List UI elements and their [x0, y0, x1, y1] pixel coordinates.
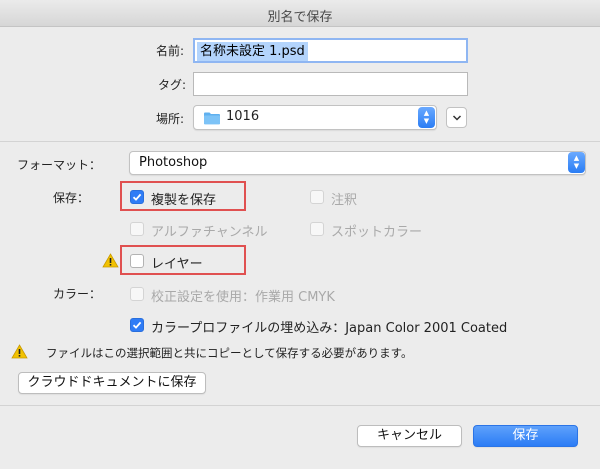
- chevron-down-icon: [452, 115, 462, 121]
- notes-checkbox[interactable]: [310, 190, 324, 204]
- location-value: 1016: [226, 109, 260, 124]
- save-as-dialog: 別名で保存 名前: 名称未設定 1.psd タグ: 場所: 1016 ▲ ▼ フォ…: [0, 0, 600, 469]
- color-section-label: カラー：: [53, 287, 102, 301]
- proof-setup-checkbox[interactable]: [130, 287, 144, 301]
- format-popup[interactable]: Photoshop ▲ ▼: [129, 151, 586, 175]
- alpha-channels-label: アルファチャンネル: [151, 225, 268, 240]
- tags-field[interactable]: [193, 72, 468, 96]
- embed-profile-checkbox[interactable]: [130, 318, 144, 332]
- save-to-cloud-button[interactable]: クラウドドキュメントに保存: [18, 372, 206, 394]
- divider: [0, 141, 600, 142]
- expand-button[interactable]: [446, 107, 467, 128]
- warning-icon: [102, 253, 119, 268]
- save-copy-label: 複製を保存: [151, 193, 217, 208]
- stepper-icon: ▲ ▼: [418, 107, 435, 128]
- dialog-title: 別名で保存: [267, 10, 333, 25]
- warning-icon: [11, 344, 28, 359]
- name-field[interactable]: 名称未設定 1.psd: [193, 38, 468, 63]
- spot-colors-checkbox[interactable]: [310, 222, 324, 236]
- alpha-channels-checkbox[interactable]: [130, 222, 144, 236]
- layers-checkbox[interactable]: [130, 254, 144, 268]
- format-value: Photoshop: [139, 155, 208, 170]
- embed-profile-label: カラープロファイルの埋め込み：Japan Color 2001 Coated: [151, 321, 508, 336]
- save-copy-checkbox[interactable]: [130, 190, 144, 204]
- notes-label: 注釈: [331, 193, 358, 208]
- location-label: 場所:: [156, 112, 185, 126]
- layers-label: レイヤー: [151, 257, 203, 272]
- save-button[interactable]: 保存: [473, 425, 578, 447]
- format-label: フォーマット：: [17, 158, 102, 172]
- folder-icon: [204, 112, 220, 125]
- cancel-button[interactable]: キャンセル: [357, 425, 462, 447]
- spot-colors-label: スポットカラー: [331, 225, 423, 240]
- save-section-label: 保存：: [53, 191, 90, 205]
- checkmark-icon: [132, 321, 142, 329]
- proof-setup-label: 校正設定を使用：作業用 CMYK: [151, 290, 335, 305]
- checkmark-icon: [132, 193, 142, 201]
- location-popup[interactable]: 1016 ▲ ▼: [193, 105, 437, 130]
- name-label: 名前:: [156, 44, 185, 58]
- name-field-value: 名称未設定 1.psd: [197, 42, 308, 61]
- tags-label: タグ:: [158, 78, 187, 92]
- title-bar: 別名で保存: [0, 0, 600, 27]
- warning-message: ファイルはこの選択範囲と共にコピーとして保存する必要があります。: [46, 346, 413, 360]
- stepper-icon: ▲ ▼: [568, 152, 585, 173]
- divider: [0, 405, 600, 406]
